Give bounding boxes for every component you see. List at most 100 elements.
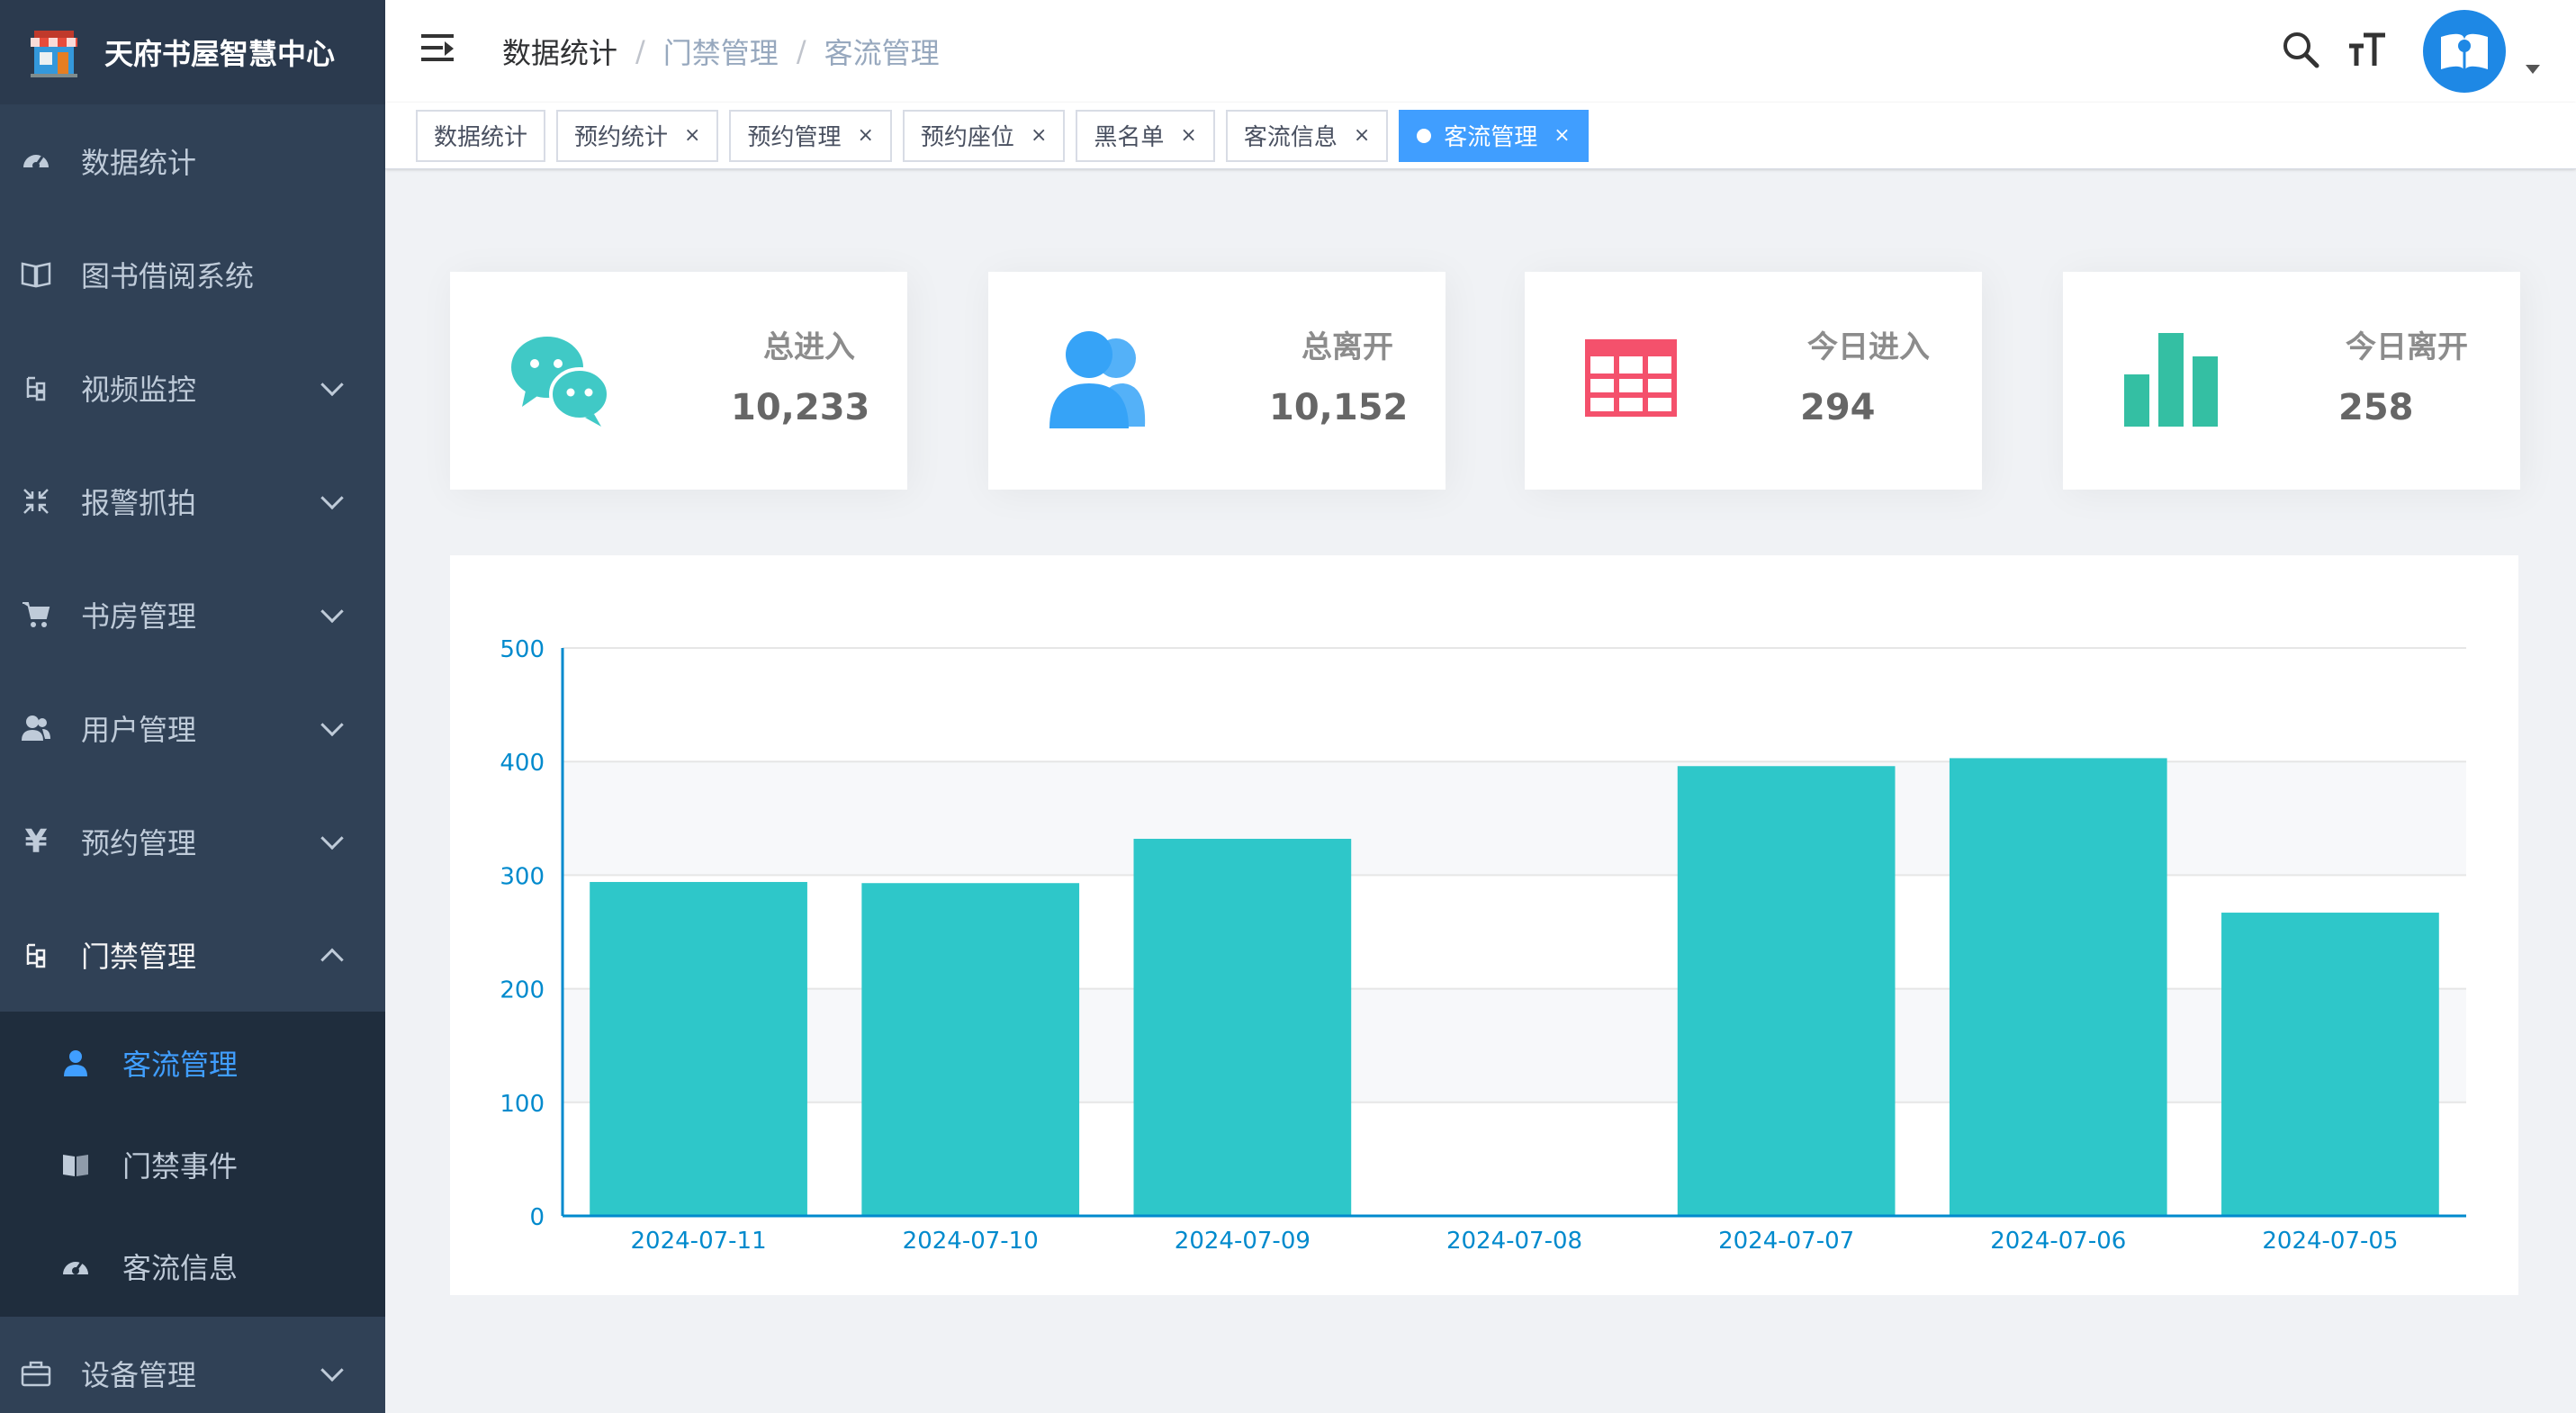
store-logo-icon bbox=[27, 25, 81, 79]
passenger-flow-bar-chart: 0 100 200 300 400 500 2024-07-11 2024-07-10 2024… bbox=[500, 636, 2466, 1255]
x-tick-label: 2024-07-07 bbox=[1718, 1228, 1854, 1255]
grid-band bbox=[563, 761, 2466, 876]
read-icon bbox=[59, 1148, 92, 1181]
bar bbox=[861, 883, 1080, 1216]
y-tick-label: 300 bbox=[500, 863, 545, 890]
font-size-icon[interactable] bbox=[2347, 30, 2387, 73]
shrink-icon bbox=[20, 485, 52, 518]
sidebar-subitem-access-events[interactable]: 门禁事件 bbox=[0, 1113, 385, 1215]
sidebar-item-label: 设备管理 bbox=[81, 1358, 197, 1392]
chevron-up-icon bbox=[320, 948, 344, 972]
card-label: 总离开 bbox=[1302, 329, 1393, 365]
sidebar-item-label: 客流管理 bbox=[122, 1047, 239, 1082]
x-tick-label: 2024-07-08 bbox=[1446, 1228, 1582, 1255]
sidebar-item-label: 视频监控 bbox=[81, 373, 197, 407]
breadcrumb-separator: / bbox=[635, 34, 645, 68]
dashboard-icon bbox=[20, 145, 52, 177]
y-tick-label: 100 bbox=[500, 1091, 545, 1118]
bar bbox=[1949, 758, 2167, 1216]
wechat-icon bbox=[508, 328, 614, 434]
active-dot-icon bbox=[1417, 128, 1432, 143]
header-right-menu bbox=[2281, 0, 2540, 103]
stat-card-today-leave[interactable]: 今日离开 258 bbox=[2063, 272, 2520, 490]
sidebar-item-label: 客流信息 bbox=[122, 1250, 239, 1285]
bar-chart-icon bbox=[2121, 328, 2227, 434]
logo-area: 天府书屋智慧中心 bbox=[0, 0, 385, 104]
app-title: 天府书屋智慧中心 bbox=[104, 37, 336, 71]
hamburger-menu-icon[interactable] bbox=[421, 34, 454, 63]
sidebar-item-data-stats[interactable]: 数据统计 bbox=[0, 104, 385, 218]
sidebar-item-study-room[interactable]: 书房管理 bbox=[0, 558, 385, 671]
tag-data-stats[interactable]: 数据统计 bbox=[416, 109, 546, 162]
breadcrumb-item: 门禁管理 bbox=[662, 36, 779, 70]
cart-icon bbox=[20, 598, 52, 631]
tag-label: 客流管理 bbox=[1444, 124, 1538, 151]
tag-reservation-stats[interactable]: 预约统计 × bbox=[556, 109, 719, 162]
close-icon[interactable]: × bbox=[1031, 124, 1047, 147]
avatar[interactable] bbox=[2423, 10, 2506, 93]
sidebar: 天府书屋智慧中心 数据统计 图书借阅系统 视频监控 报警抓拍 书房管理 用户管理… bbox=[0, 0, 385, 1413]
sidebar-item-label: 图书借阅系统 bbox=[81, 259, 255, 293]
book-open-icon bbox=[20, 258, 52, 291]
close-icon[interactable]: × bbox=[1354, 124, 1370, 147]
yen-icon: ¥ bbox=[24, 823, 48, 860]
sidebar-item-label: 数据统计 bbox=[81, 146, 197, 180]
grid-band bbox=[563, 988, 2466, 1102]
close-icon[interactable]: × bbox=[684, 124, 700, 147]
chevron-down-icon bbox=[320, 826, 344, 850]
close-icon[interactable]: × bbox=[857, 124, 873, 147]
stat-card-total-leave[interactable]: 总离开 10,152 bbox=[988, 272, 1446, 490]
tag-blacklist[interactable]: 黑名单 × bbox=[1076, 109, 1215, 162]
close-icon[interactable]: × bbox=[1554, 124, 1570, 147]
y-tick-label: 400 bbox=[500, 750, 545, 777]
tree-icon bbox=[20, 939, 52, 971]
tag-passenger-info[interactable]: 客流信息 × bbox=[1225, 109, 1389, 162]
y-tick-label: 200 bbox=[500, 977, 545, 1004]
stat-card-today-enter[interactable]: 今日进入 294 bbox=[1525, 272, 1982, 490]
sidebar-item-access-control[interactable]: 门禁管理 bbox=[0, 898, 385, 1012]
tag-reserved-seats[interactable]: 预约座位 × bbox=[902, 109, 1066, 162]
x-tick-label: 2024-07-11 bbox=[631, 1228, 767, 1255]
tag-passenger-flow[interactable]: 客流管理 × bbox=[1399, 109, 1589, 162]
sidebar-item-reservation[interactable]: ¥ 预约管理 bbox=[0, 785, 385, 898]
card-label: 总进入 bbox=[763, 329, 855, 365]
tag-label: 预约统计 bbox=[574, 124, 669, 151]
tag-reservation-management[interactable]: 预约管理 × bbox=[729, 109, 892, 162]
sidebar-item-video-monitor[interactable]: 视频监控 bbox=[0, 331, 385, 445]
stat-card-total-enter[interactable]: 总进入 10,233 bbox=[450, 272, 907, 490]
sidebar-item-label: 用户管理 bbox=[81, 713, 197, 747]
table-icon bbox=[1582, 328, 1689, 434]
caret-down-icon[interactable] bbox=[2526, 65, 2540, 74]
sidebar-item-book-lending[interactable]: 图书借阅系统 bbox=[0, 218, 385, 331]
user-icon bbox=[20, 712, 52, 744]
sidebar-item-user-management[interactable]: 用户管理 bbox=[0, 671, 385, 785]
sidebar-item-label: 报警抓拍 bbox=[81, 486, 197, 520]
sidebar-item-device-management[interactable]: 设备管理 bbox=[0, 1317, 385, 1413]
sidebar-item-label: 门禁事件 bbox=[122, 1148, 239, 1184]
bar bbox=[2221, 913, 2439, 1216]
breadcrumb-item[interactable]: 数据统计 bbox=[502, 31, 617, 72]
briefcase-icon bbox=[20, 1357, 52, 1390]
breadcrumb: 数据统计 / 门禁管理 / 客流管理 bbox=[502, 31, 940, 72]
sidebar-item-label: 门禁管理 bbox=[81, 940, 197, 974]
close-icon[interactable]: × bbox=[1180, 124, 1196, 147]
search-icon[interactable] bbox=[2281, 30, 2320, 73]
chevron-down-icon bbox=[320, 599, 344, 624]
passenger-flow-chart-panel: 0 100 200 300 400 500 2024-07-11 2024-07-10 2024… bbox=[450, 555, 2518, 1295]
y-tick-label: 500 bbox=[500, 636, 545, 663]
x-tick-label: 2024-07-05 bbox=[2262, 1228, 2398, 1255]
sidebar-subitem-passenger-info[interactable]: 客流信息 bbox=[0, 1215, 385, 1317]
chevron-down-icon bbox=[320, 1358, 344, 1382]
tags-view: 数据统计 预约统计 × 预约管理 × 预约座位 × 黑名单 × 客流信息 × 客… bbox=[385, 103, 2576, 169]
sidebar-item-label: 书房管理 bbox=[81, 599, 197, 634]
sidebar-item-alarm-capture[interactable]: 报警抓拍 bbox=[0, 445, 385, 558]
card-value: 10,233 bbox=[731, 387, 870, 428]
card-label: 今日离开 bbox=[2346, 329, 2468, 365]
tree-icon bbox=[20, 372, 52, 404]
bar bbox=[1677, 766, 1896, 1216]
person-icon bbox=[59, 1047, 92, 1079]
top-navbar: 数据统计 / 门禁管理 / 客流管理 bbox=[385, 0, 2576, 103]
sidebar-subitem-passenger-flow[interactable]: 客流管理 bbox=[0, 1012, 385, 1113]
tag-label: 预约管理 bbox=[747, 124, 842, 151]
chevron-down-icon bbox=[320, 486, 344, 510]
